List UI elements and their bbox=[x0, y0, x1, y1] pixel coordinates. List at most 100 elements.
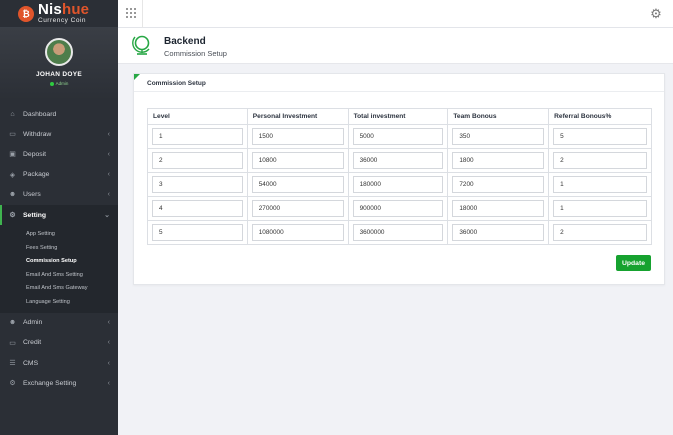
referral-bonous-field[interactable]: 2 bbox=[553, 152, 647, 169]
team-bonous-field[interactable]: 18000 bbox=[452, 200, 545, 217]
brand-text: Nishue Currency Coin bbox=[38, 2, 89, 25]
settings-gear-icon[interactable]: ⚙ bbox=[649, 7, 663, 21]
brand-name-part2: hue bbox=[61, 1, 90, 19]
commission-setup-card: Commission Setup Level Personal Investme… bbox=[133, 73, 665, 285]
sidebar-item-setting[interactable]: ⚙ Setting ⌄ bbox=[0, 204, 118, 226]
avatar[interactable] bbox=[45, 38, 73, 66]
referral-bonous-field[interactable]: 1 bbox=[553, 176, 647, 193]
brand-subtitle: Currency Coin bbox=[38, 17, 87, 25]
sidebar-subitem-email-sms-gateway[interactable]: Email And Sms Gateway bbox=[0, 282, 118, 296]
column-header: Total investment bbox=[347, 108, 449, 125]
sidebar-item-label: Exchange Setting bbox=[23, 379, 77, 387]
sidebar-item-label: Admin bbox=[23, 319, 43, 327]
table-header-row: Level Personal Investment Total investme… bbox=[147, 108, 652, 125]
table-row: 3 54000 180000 7200 1 bbox=[147, 172, 652, 197]
level-field[interactable]: 3 bbox=[152, 176, 243, 193]
personal-investment-field[interactable]: 1500 bbox=[251, 128, 344, 145]
sidebar-item-label: CMS bbox=[23, 359, 39, 367]
personal-investment-field[interactable]: 270000 bbox=[251, 200, 344, 217]
sidebar-item-label: Deposit bbox=[23, 150, 47, 158]
chevron-left-icon: ‹ bbox=[107, 319, 110, 327]
brand-name: Nishue bbox=[38, 2, 89, 17]
list-icon: ☰ bbox=[9, 360, 16, 368]
sidebar-item-deposit[interactable]: ▣ Deposit ‹ bbox=[0, 144, 118, 164]
chevron-left-icon: ‹ bbox=[107, 191, 110, 199]
users-icon: ☻ bbox=[8, 319, 17, 327]
sidebar-item-exchange-setting[interactable]: ⚙ Exchange Setting ‹ bbox=[0, 373, 118, 393]
sidebar-subitem-fees-setting[interactable]: Fees Setting bbox=[0, 241, 118, 255]
level-field[interactable]: 4 bbox=[152, 200, 243, 217]
sidebar-item-withdraw[interactable]: ▭ Withdraw ‹ bbox=[0, 124, 118, 144]
sidebar-submenu-setting: App Setting Fees Setting Commission Setu… bbox=[0, 225, 118, 313]
sidebar-nav: ⌂ Dashboard ▭ Withdraw ‹ ▣ Deposit ‹ ◈ P… bbox=[0, 104, 118, 393]
brand[interactable]: ₿ Nishue Currency Coin bbox=[0, 0, 118, 28]
sidebar-subitem-app-setting[interactable]: App Setting bbox=[0, 227, 118, 241]
sidebar-subitem-language-setting[interactable]: Language Setting bbox=[0, 295, 118, 309]
level-field[interactable]: 5 bbox=[152, 224, 243, 241]
total-investment-field[interactable]: 5000 bbox=[352, 128, 444, 145]
apps-grid-icon[interactable] bbox=[126, 8, 136, 18]
page-title: Backend bbox=[164, 36, 206, 47]
team-bonous-field[interactable]: 36000 bbox=[452, 224, 545, 241]
referral-bonous-field[interactable]: 5 bbox=[553, 128, 647, 145]
team-bonous-field[interactable]: 1800 bbox=[452, 152, 545, 169]
card-title: Commission Setup bbox=[134, 74, 664, 92]
divider bbox=[142, 0, 143, 28]
topbar: ⚙ bbox=[118, 0, 673, 28]
page-header: Backend Commission Setup bbox=[118, 28, 673, 64]
sidebar-item-cms[interactable]: ☰ CMS ‹ bbox=[0, 353, 118, 373]
sidebar-item-admin[interactable]: ☻ Admin ‹ bbox=[0, 313, 118, 333]
table-row: 2 10800 36000 1800 2 bbox=[147, 148, 652, 173]
chevron-left-icon: ‹ bbox=[107, 359, 110, 367]
profile-role: Admin bbox=[0, 81, 118, 86]
total-investment-field[interactable]: 3600000 bbox=[352, 224, 444, 241]
sidebar-item-package[interactable]: ◈ Package ‹ bbox=[0, 165, 118, 185]
card-corner-accent bbox=[134, 74, 140, 80]
total-investment-field[interactable]: 180000 bbox=[352, 176, 444, 193]
column-header: Level bbox=[147, 108, 248, 125]
chevron-left-icon: ‹ bbox=[107, 379, 110, 387]
referral-bonous-field[interactable]: 2 bbox=[553, 224, 647, 241]
brand-name-part1: Nis bbox=[38, 1, 62, 19]
commission-table: Level Personal Investment Total investme… bbox=[147, 108, 652, 245]
sidebar-subitem-commission-setup[interactable]: Commission Setup bbox=[0, 254, 118, 268]
sidebar-item-credit[interactable]: ▭ Credit ‹ bbox=[0, 333, 118, 353]
sidebar-item-label: Dashboard bbox=[23, 110, 57, 118]
team-bonous-field[interactable]: 350 bbox=[452, 128, 545, 145]
table-row: 5 1080000 3600000 36000 2 bbox=[147, 220, 652, 245]
sidebar: ₿ Nishue Currency Coin JOHAN DOYE Admin … bbox=[0, 0, 118, 435]
card-icon: ▭ bbox=[9, 131, 16, 139]
chevron-left-icon: ‹ bbox=[107, 339, 110, 347]
chevron-left-icon: ‹ bbox=[107, 171, 110, 179]
team-bonous-field[interactable]: 7200 bbox=[452, 176, 545, 193]
sidebar-item-users[interactable]: ☻ Users ‹ bbox=[0, 185, 118, 205]
sidebar-item-label: Users bbox=[23, 191, 41, 199]
total-investment-field[interactable]: 900000 bbox=[352, 200, 444, 217]
level-field[interactable]: 1 bbox=[152, 128, 243, 145]
profile-name: JOHAN DOYE bbox=[36, 71, 82, 78]
profile-role-label: Admin bbox=[55, 81, 69, 86]
personal-investment-field[interactable]: 1080000 bbox=[251, 224, 344, 241]
sidebar-subitem-email-sms-setting[interactable]: Email And Sms Setting bbox=[0, 268, 118, 282]
globe-icon bbox=[132, 35, 150, 55]
sidebar-item-label: Credit bbox=[23, 339, 42, 347]
online-status-icon bbox=[49, 81, 54, 86]
referral-bonous-field[interactable]: 1 bbox=[553, 200, 647, 217]
wallet-icon: ▣ bbox=[9, 151, 16, 159]
sidebar-item-label: Package bbox=[23, 171, 50, 179]
personal-investment-field[interactable]: 54000 bbox=[251, 176, 344, 193]
column-header: Team Bonous bbox=[447, 108, 550, 125]
table-row: 1 1500 5000 350 5 bbox=[147, 124, 652, 149]
total-investment-field[interactable]: 36000 bbox=[352, 152, 444, 169]
gear-icon: ⚙ bbox=[9, 380, 16, 388]
sidebar-item-label: Withdraw bbox=[23, 130, 52, 138]
level-field[interactable]: 2 bbox=[152, 152, 243, 169]
personal-investment-field[interactable]: 10800 bbox=[251, 152, 344, 169]
update-button[interactable]: Update bbox=[616, 255, 651, 271]
gear-icon: ⚙ bbox=[9, 212, 16, 220]
column-header: Referral Bonous% bbox=[548, 108, 652, 125]
sidebar-item-label: Setting bbox=[23, 211, 47, 219]
sidebar-item-dashboard[interactable]: ⌂ Dashboard bbox=[0, 104, 118, 124]
box-icon: ◈ bbox=[9, 171, 16, 179]
profile: JOHAN DOYE Admin bbox=[0, 28, 118, 100]
